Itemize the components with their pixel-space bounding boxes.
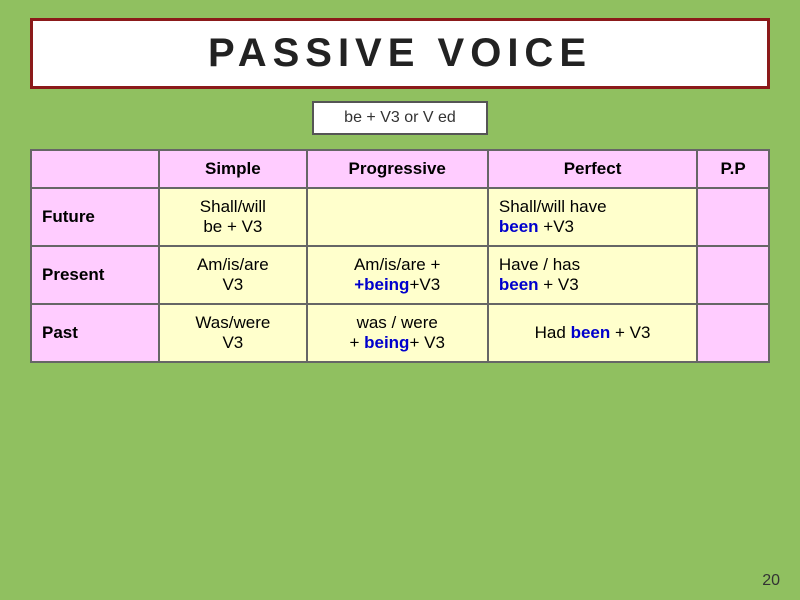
page-number: 20	[762, 572, 780, 590]
past-progressive-blue: being	[364, 333, 409, 352]
passive-voice-table: Simple Progressive Perfect P.P Future Sh…	[30, 149, 770, 363]
past-simple: Was/were V3	[159, 304, 306, 362]
formula-box: be + V3 or V ed	[312, 101, 488, 135]
past-perfect: Had been + V3	[488, 304, 697, 362]
header-col2: Simple	[159, 150, 306, 188]
header-col5: P.P	[697, 150, 769, 188]
future-perfect: Shall/will have been +V3	[488, 188, 697, 246]
header-col3: Progressive	[307, 150, 488, 188]
future-simple: Shall/will be + V3	[159, 188, 306, 246]
present-pp	[697, 246, 769, 304]
table-row-future: Future Shall/will be + V3 Shall/will hav…	[31, 188, 769, 246]
header-col4: Perfect	[488, 150, 697, 188]
title-text: PASSIVE VOICE	[208, 31, 592, 75]
table-row-present: Present Am/is/are V3 Am/is/are + +being+…	[31, 246, 769, 304]
future-pp	[697, 188, 769, 246]
formula-text: be + V3 or V ed	[344, 109, 456, 126]
present-perfect-blue: been	[499, 275, 539, 294]
present-simple: Am/is/are V3	[159, 246, 306, 304]
present-progressive-blue: +being	[354, 275, 409, 294]
present-label: Present	[31, 246, 159, 304]
table-header-row: Simple Progressive Perfect P.P	[31, 150, 769, 188]
past-progressive: was / were + being+ V3	[307, 304, 488, 362]
future-progressive	[307, 188, 488, 246]
past-perfect-blue: been	[571, 323, 611, 342]
title-box: PASSIVE VOICE	[30, 18, 770, 89]
present-progressive: Am/is/are + +being+V3	[307, 246, 488, 304]
present-perfect: Have / has been + V3	[488, 246, 697, 304]
past-pp	[697, 304, 769, 362]
header-col1	[31, 150, 159, 188]
past-label: Past	[31, 304, 159, 362]
table-row-past: Past Was/were V3 was / were + being+ V3 …	[31, 304, 769, 362]
future-label: Future	[31, 188, 159, 246]
future-perfect-blue: been	[499, 217, 539, 236]
